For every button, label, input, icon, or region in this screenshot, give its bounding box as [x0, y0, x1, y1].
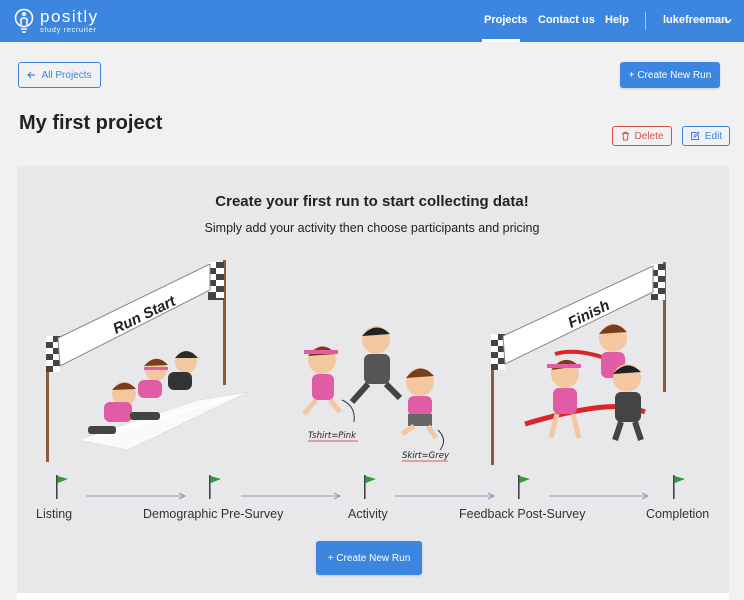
step-arrow-1 [86, 492, 187, 500]
nav-divider [645, 12, 646, 30]
arrow-left-icon [27, 71, 36, 79]
nav-active-indicator [482, 39, 520, 42]
nav-help[interactable]: Help [605, 14, 629, 26]
step-arrow-3 [395, 492, 496, 500]
nav-projects[interactable]: Projects [484, 14, 527, 26]
create-run-button-top[interactable]: + Create New Run [620, 62, 720, 88]
empty-state-subheading: Simply add your activity then choose par… [204, 221, 540, 235]
all-projects-label: All Projects [41, 69, 92, 81]
delete-label: Delete [634, 130, 664, 142]
edit-label: Edit [704, 130, 723, 142]
step-label-post-survey: Feedback Post-Survey [459, 507, 586, 521]
finish-illustration: Finish [491, 262, 666, 465]
user-menu[interactable]: lukefreeman [663, 14, 728, 26]
chevron-down-icon[interactable] [723, 16, 733, 26]
lightbulb-person-icon [14, 8, 34, 33]
all-projects-button[interactable]: All Projects [18, 62, 101, 88]
top-navbar: positly study recruiter Projects Contact… [0, 0, 744, 42]
step-flag-post-survey [518, 475, 530, 499]
step-label-completion: Completion [646, 507, 710, 521]
step-flag-completion [673, 475, 685, 499]
step-flag-pre-survey [209, 475, 221, 499]
trash-icon [621, 131, 629, 141]
logo-name: positly [40, 7, 99, 26]
step-arrow-2 [241, 492, 342, 500]
nav-contact[interactable]: Contact us [538, 14, 595, 26]
positly-logo[interactable]: positly study recruiter [14, 6, 99, 36]
create-run-label-bottom: + Create New Run [327, 552, 411, 564]
delete-project-button[interactable]: Delete [612, 126, 672, 146]
logo-tagline: study recruiter [40, 25, 97, 34]
create-run-button-bottom[interactable]: + Create New Run [316, 541, 422, 575]
create-run-label-top: + Create New Run [628, 69, 712, 81]
note-skirt-grey: Skirt=Grey [402, 451, 450, 461]
card-footer-strip [17, 593, 729, 600]
step-label-listing: Listing [36, 507, 73, 521]
step-label-pre-survey: Demographic Pre-Survey [143, 507, 284, 521]
empty-state-heading: Create your first run to start collectin… [215, 193, 529, 210]
edit-project-button[interactable]: Edit [682, 126, 730, 146]
run-start-illustration: Run Start [46, 260, 249, 462]
step-flag-listing [56, 475, 68, 499]
step-flag-activity [364, 475, 376, 499]
step-label-activity: Activity [348, 507, 388, 521]
edit-icon [690, 131, 700, 140]
step-arrow-4 [549, 492, 650, 500]
activity-illustration: Tshirt=Pink Skirt=Grey [302, 326, 450, 462]
page-title: My first project [19, 112, 163, 134]
note-tshirt-pink: Tshirt=Pink [308, 431, 357, 441]
